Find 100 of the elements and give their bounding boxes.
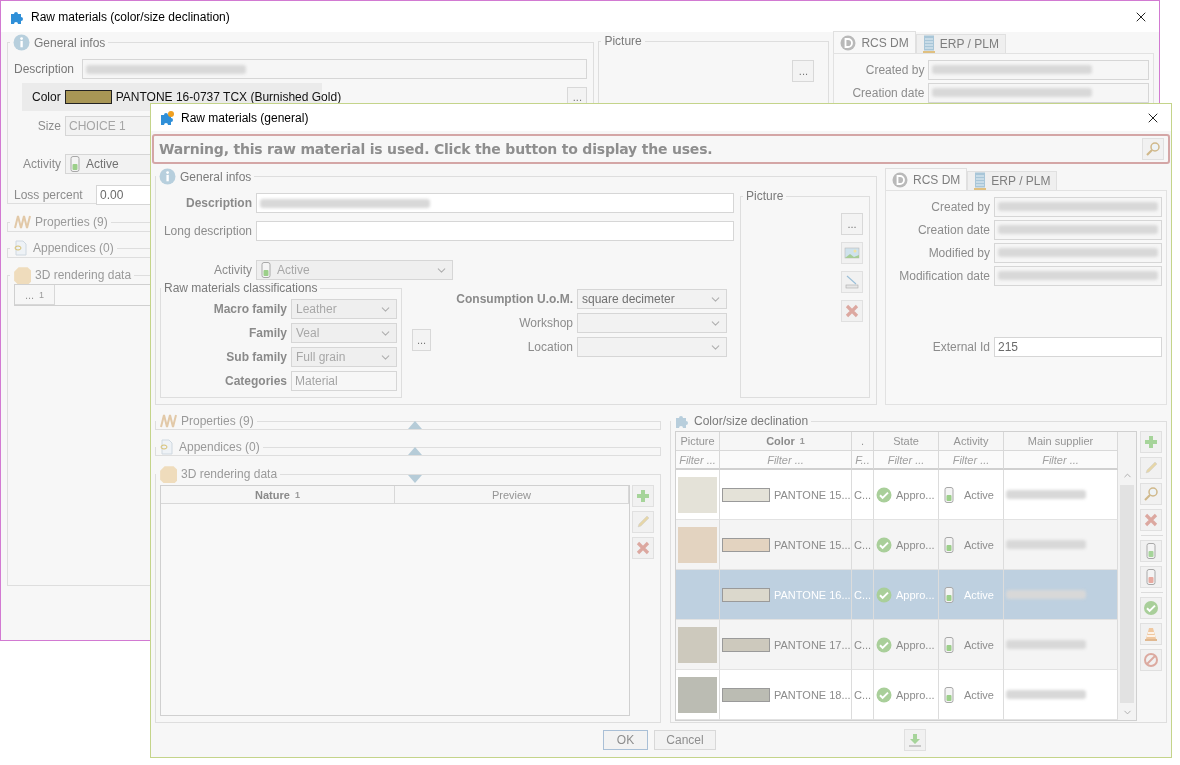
field-label: Long description [162, 224, 252, 238]
cell-text: C... [854, 588, 872, 601]
column-header[interactable]: Activity [939, 432, 1004, 451]
table-row[interactable]: PANTONE 18... C... Appro... Active [676, 670, 1118, 720]
search-button[interactable] [1140, 483, 1162, 505]
more-button[interactable]: ... [792, 60, 815, 82]
filter-field[interactable]: Filter ... [1004, 451, 1118, 470]
search-icon [1143, 486, 1159, 502]
text-field[interactable] [994, 265, 1162, 286]
pill-icon [944, 686, 954, 703]
forbid-button[interactable] [1140, 649, 1162, 671]
column-header[interactable]: ... 1 [15, 285, 55, 305]
dropdown[interactable]: Leather [291, 299, 397, 319]
table-row[interactable]: PANTONE 15... C... Appro... Active [676, 520, 1118, 570]
filter-field[interactable]: Filter ... [720, 451, 852, 470]
download-button[interactable] [904, 729, 926, 751]
edit-button[interactable] [632, 511, 654, 533]
circle-logo-icon [840, 34, 857, 51]
table-row[interactable]: PANTONE 17... C... Appro... Active [676, 620, 1118, 670]
dropdown[interactable]: Veal [291, 323, 397, 343]
tab[interactable]: ERP / PLM [967, 171, 1058, 190]
field-label: Size [36, 119, 61, 133]
table-row[interactable]: PANTONE 15... C... Appro... Active [676, 470, 1118, 520]
field-label: External Id [931, 339, 990, 354]
scanner-button[interactable] [841, 271, 863, 293]
field-label: Modified by [927, 245, 990, 260]
add-button[interactable] [1140, 431, 1162, 453]
add-button[interactable] [632, 485, 654, 507]
text-field[interactable] [82, 59, 588, 79]
color-name: PANTONE 16-0737 TCX (Burnished Gold) [115, 90, 342, 104]
text-field[interactable] [928, 82, 1149, 103]
check-icon [876, 486, 892, 503]
filter-field[interactable]: Filter ... [874, 451, 939, 470]
column-header[interactable]: Color 1 [720, 432, 852, 451]
section-title: Appendices (0) [33, 241, 114, 255]
delete-button[interactable] [1140, 509, 1162, 531]
puzzle-icon [674, 413, 690, 429]
color-swatch [64, 90, 112, 104]
table-row[interactable]: PANTONE 16... C... Appro... Active [676, 570, 1118, 620]
text-field[interactable] [928, 59, 1149, 80]
pill-icon [261, 262, 271, 278]
tab[interactable]: ERP / PLM [915, 34, 1006, 53]
tab[interactable]: RCS DM [833, 31, 916, 53]
field-label: Color [32, 90, 61, 104]
activate-button[interactable] [1140, 540, 1162, 562]
column-header[interactable]: Preview [395, 486, 629, 504]
more-button[interactable]: ... [412, 328, 431, 351]
pill-icon [70, 156, 80, 172]
cell-text: C... [854, 638, 872, 651]
cell-text: C... [854, 538, 872, 551]
field-label: Modification date [898, 268, 990, 283]
text-field[interactable] [994, 242, 1162, 263]
dropdown[interactable] [577, 313, 727, 333]
text-field[interactable]: Material [291, 371, 397, 391]
text-field[interactable] [994, 219, 1162, 240]
filter-field[interactable]: Filter ... [676, 451, 720, 470]
section-title: Properties (9) [181, 414, 254, 428]
wave-icon [13, 214, 31, 230]
text-field[interactable] [994, 196, 1162, 217]
activity-text: Active [964, 488, 994, 501]
more-button[interactable]: ... [841, 213, 863, 235]
edit-button[interactable] [1140, 457, 1162, 479]
dropdown[interactable]: square decimeter [577, 289, 727, 309]
filter-field[interactable]: F... [852, 451, 874, 470]
column-header[interactable]: Picture [676, 432, 720, 451]
column-header[interactable]: . [852, 432, 874, 451]
activity-text: Active [964, 538, 994, 551]
tab[interactable]: RCS DM [885, 168, 968, 190]
text-field[interactable] [256, 193, 734, 213]
field-label: Description [185, 196, 252, 210]
field-label: Created by [864, 62, 925, 77]
text-field[interactable]: 215 [994, 336, 1162, 357]
dialog-button[interactable]: OK [603, 730, 648, 750]
delete-button[interactable] [632, 537, 654, 559]
image-button[interactable] [841, 242, 863, 264]
octagon-icon [159, 465, 177, 483]
color-name: PANTONE 15... [774, 488, 851, 501]
dialog-button[interactable]: Cancel [654, 730, 716, 750]
deactivate-button[interactable] [1140, 566, 1162, 588]
approve-button[interactable] [1140, 597, 1162, 619]
filter-field[interactable]: Filter ... [939, 451, 1004, 470]
text-field[interactable] [256, 221, 734, 241]
field-label: Location [526, 340, 573, 354]
column-header[interactable]: State [874, 432, 939, 451]
scrollbar[interactable] [1118, 432, 1136, 720]
dropdown[interactable] [577, 337, 727, 357]
column-header[interactable]: Nature 1 [161, 486, 395, 504]
search-button[interactable] [1142, 138, 1164, 160]
group-title: General infos [34, 35, 106, 50]
color-name: PANTONE 16... [774, 588, 851, 601]
cone-button[interactable] [1140, 623, 1162, 645]
forbidden-icon [1143, 652, 1159, 668]
group-title: Color/size declination [694, 414, 809, 428]
column-header[interactable]: Main supplier [1004, 432, 1118, 451]
delete-button[interactable] [841, 300, 863, 322]
dropdown[interactable]: Full grain [291, 347, 397, 367]
server-icon [974, 172, 987, 190]
pencil-icon [1143, 460, 1159, 476]
activity-text: Active [964, 638, 994, 651]
pencil-icon [635, 514, 651, 530]
